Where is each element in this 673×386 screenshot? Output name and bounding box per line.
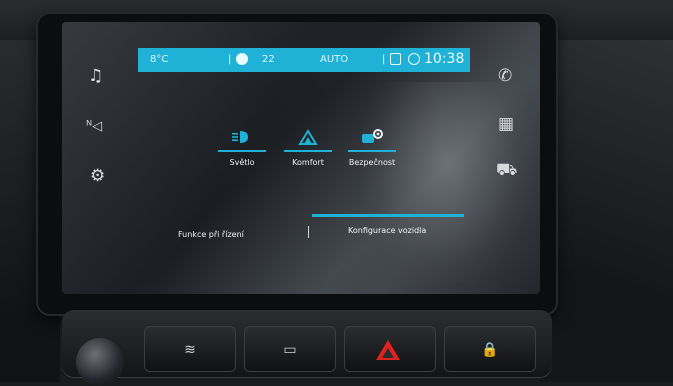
tile-bezpecnost[interactable]: Bezpečnost	[344, 128, 400, 167]
safety-icon	[360, 128, 384, 146]
front-defrost-icon: ▭	[283, 342, 297, 358]
phone-icon[interactable]: ✆	[498, 68, 512, 85]
tile-label: Bezpečnost	[348, 158, 396, 167]
temp-right-value[interactable]: 22	[262, 54, 275, 65]
comfort-icon	[296, 128, 320, 146]
dashboard-right	[540, 40, 673, 382]
clock-time: 10:38	[424, 51, 465, 67]
status-separator: |	[382, 54, 386, 65]
fan-icon[interactable]	[236, 53, 248, 65]
tile-underline	[348, 150, 396, 152]
rear-defrost-icon: ≋	[184, 342, 196, 358]
tab-konfigurace-vozidla[interactable]: Konfigurace vozidla	[348, 226, 426, 235]
rear-defrost-button[interactable]: ≋	[144, 326, 236, 372]
front-defrost-button[interactable]: ▭	[244, 326, 336, 372]
apps-grid-icon[interactable]: ▦	[498, 116, 514, 133]
climate-mode-label[interactable]: AUTO	[320, 54, 348, 65]
door-lock-button[interactable]: 🔒	[444, 326, 536, 372]
tab-divider	[308, 226, 309, 238]
tab-funkce-pri-rizeni[interactable]: Funkce při řízení	[178, 230, 244, 239]
tile-svetlo[interactable]: Světlo	[214, 128, 270, 167]
hazard-icon-inner	[382, 348, 394, 358]
door-lock-icon: 🔒	[481, 342, 499, 358]
bottom-tab-bar: Funkce při řízení Konfigurace vozidla	[148, 214, 464, 248]
temp-left-value[interactable]: 8°C	[150, 54, 168, 65]
navigation-icon[interactable]: ᴺ◁	[86, 118, 102, 135]
tile-label: Světlo	[229, 158, 255, 167]
tile-label: Komfort	[292, 158, 324, 167]
clock-icon	[408, 53, 420, 65]
music-note-icon[interactable]: ♫	[88, 68, 103, 85]
climate-status-bar[interactable]: 8°C | 22 AUTO | 10:38	[138, 48, 470, 72]
settings-car-icon[interactable]: ⚙	[90, 168, 105, 185]
headlight-icon	[230, 128, 254, 146]
tile-komfort[interactable]: Komfort	[280, 128, 336, 167]
volume-knob[interactable]	[76, 338, 124, 386]
phone-status-icon	[390, 53, 401, 65]
tile-underline	[218, 150, 266, 152]
fan-level-separator: |	[228, 54, 232, 65]
active-tab-indicator	[312, 214, 464, 217]
car-icon[interactable]: ⛟	[496, 162, 517, 179]
tile-underline	[284, 150, 332, 152]
